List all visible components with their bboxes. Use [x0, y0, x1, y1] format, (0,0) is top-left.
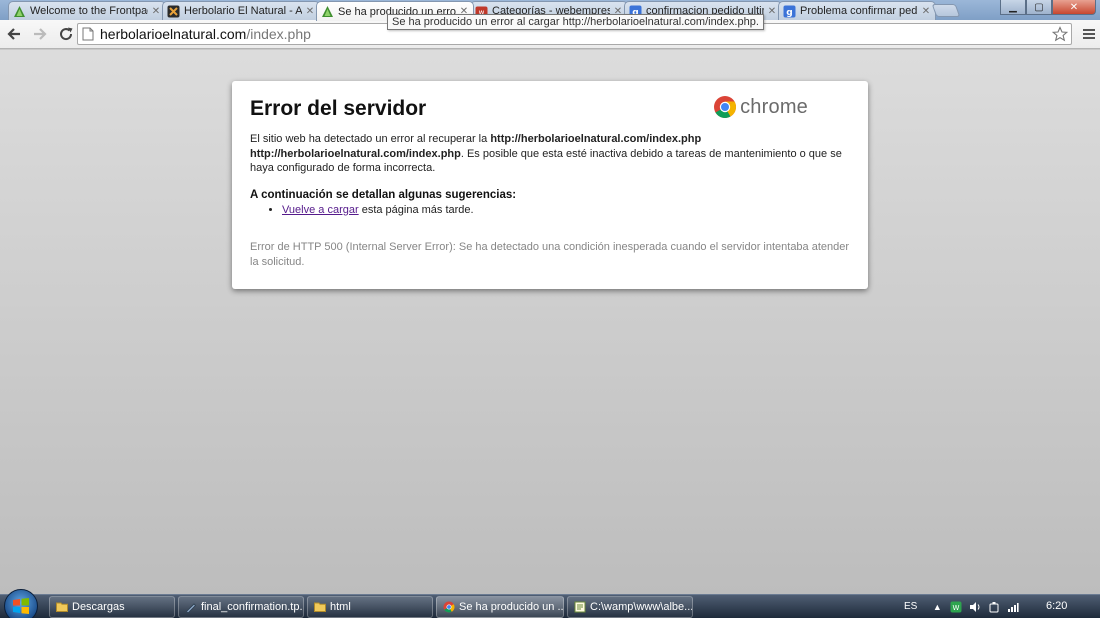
taskbar-item-final-confirmation[interactable]: final_confirmation.tp...	[178, 596, 304, 618]
reload-button[interactable]	[54, 22, 78, 46]
maximize-icon[interactable]: ▢	[1026, 0, 1052, 15]
back-arrow-icon	[7, 28, 20, 40]
url-host: herbolarioelnatural.com	[100, 26, 247, 42]
windows-taskbar: Descargas final_confirmation.tp... html …	[0, 589, 1100, 618]
forward-button[interactable]	[28, 22, 52, 46]
close-icon[interactable]: ✕	[921, 6, 931, 17]
wamp-server-icon[interactable]: W	[950, 601, 962, 613]
taskbar-item-chrome[interactable]: Se ha producido un ...	[436, 596, 564, 618]
list-item: Vuelve a cargar esta página más tarde.	[282, 202, 850, 218]
chrome-icon	[714, 96, 737, 118]
suggestions-heading: A continuación se detallan algunas suger…	[250, 188, 517, 201]
taskbar-item-html[interactable]: html	[307, 596, 433, 618]
tab-title: Herbolario El Natural - Adm	[184, 5, 302, 17]
close-icon[interactable]: ✕	[305, 6, 315, 17]
suggestions-list: Vuelve a cargar esta página más tarde.	[282, 202, 850, 218]
error-url: http://herbolarioelnatural.com/index.php	[490, 133, 702, 145]
forward-arrow-icon	[34, 28, 47, 40]
error-description: El sitio web ha detectado un error al re…	[250, 133, 842, 174]
editor-icon	[185, 603, 197, 613]
windows-logo-icon	[13, 598, 29, 614]
bookmark-star-icon[interactable]	[1051, 25, 1069, 43]
close-icon[interactable]: ✕	[151, 6, 161, 17]
error-url: http://herbolarioelnatural.com/index.php	[250, 147, 461, 160]
close-icon[interactable]: ✕	[767, 6, 777, 17]
google-icon: g	[783, 5, 796, 18]
notepad-icon	[574, 601, 586, 613]
svg-text:W: W	[953, 604, 960, 612]
close-window-icon[interactable]: ✕	[1052, 0, 1096, 15]
reload-icon	[60, 27, 73, 41]
network-signal-icon[interactable]	[1007, 601, 1019, 613]
joomla-triangle-icon	[13, 5, 26, 18]
chrome-menu-icon[interactable]	[1080, 23, 1098, 45]
folder-icon	[314, 602, 326, 612]
chrome-wordmark: chrome	[740, 95, 808, 118]
chrome-icon	[443, 601, 455, 613]
reload-link[interactable]: Vuelve a cargar	[282, 204, 359, 216]
power-icon[interactable]	[988, 601, 1000, 613]
volume-icon[interactable]	[969, 601, 981, 613]
page-icon	[82, 27, 94, 41]
page-content: chrome Error del servidor El sitio web h…	[0, 50, 1100, 594]
start-button[interactable]	[4, 589, 38, 618]
new-tab-button[interactable]	[931, 4, 961, 17]
tab-tooltip: Se ha producido un error al cargar http:…	[387, 14, 764, 30]
clock[interactable]: 6:20	[1046, 600, 1067, 612]
taskbar-item-descargas[interactable]: Descargas	[49, 596, 175, 618]
show-hidden-icons-icon[interactable]: ▲	[931, 601, 943, 613]
joomla-admin-icon	[167, 5, 180, 18]
error-detail: Error de HTTP 500 (Internal Server Error…	[250, 240, 850, 268]
tab-title: Problema confirmar pedido	[800, 5, 918, 17]
url-path: /index.php	[246, 26, 311, 42]
tab-title: Welcome to the Frontpage	[30, 5, 148, 17]
taskbar-item-notepad[interactable]: C:\wamp\www\albe...	[567, 596, 693, 618]
back-button[interactable]	[2, 22, 26, 46]
chrome-logo: chrome	[713, 95, 808, 119]
tab-problema-confirmar[interactable]: g Problema confirmar pedido ✕	[778, 1, 936, 20]
joomla-triangle-icon	[321, 5, 334, 18]
window-controls: ▁ ▢ ✕	[1000, 0, 1096, 15]
folder-icon	[56, 602, 68, 612]
error-card: chrome Error del servidor El sitio web h…	[232, 81, 868, 289]
language-indicator[interactable]: ES	[904, 601, 917, 612]
tab-herbolario-admin[interactable]: Herbolario El Natural - Adm ✕	[162, 1, 320, 20]
tab-welcome-frontpage[interactable]: Welcome to the Frontpage ✕	[8, 1, 166, 20]
system-tray: ES ▲ W	[900, 595, 1026, 618]
minimize-icon[interactable]: ▁	[1000, 0, 1026, 15]
svg-text:g: g	[786, 8, 792, 18]
